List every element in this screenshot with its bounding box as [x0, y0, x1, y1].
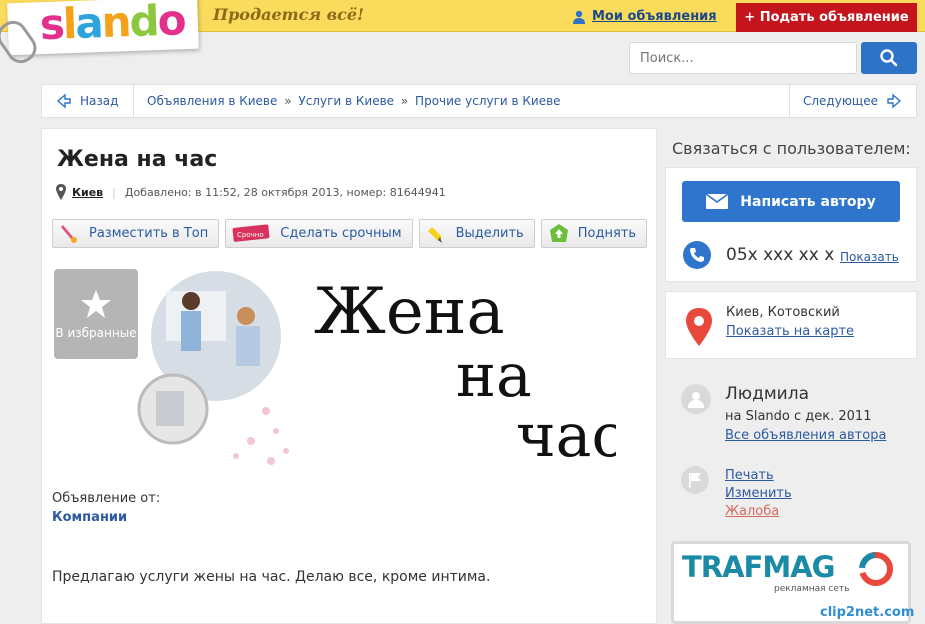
- envelope-icon: [706, 194, 729, 209]
- seller-type-label: Объявление от:: [52, 491, 161, 506]
- favorites-label: В избранные: [55, 326, 137, 340]
- ad-description: Предлагаю услуги жены на час. Делаю все,…: [52, 569, 491, 585]
- avatar: [681, 384, 711, 414]
- svg-text:Срочно: Срочно: [237, 231, 264, 239]
- search-input[interactable]: [629, 42, 857, 74]
- promote-top-button[interactable]: Разместить в Топ: [52, 219, 220, 248]
- arrow-right-icon: [887, 93, 902, 109]
- flag-icon: [681, 466, 709, 494]
- breadcrumb-item-ads-kiev[interactable]: Объявления в Киеве: [147, 94, 277, 108]
- ad-photo[interactable]: Жена на час: [126, 261, 616, 471]
- bump-icon: [549, 223, 568, 242]
- map-pin-icon: [686, 308, 712, 346]
- breadcrumb-item-services-kiev[interactable]: Услуги в Киеве: [298, 94, 394, 108]
- phone-number: 05x xxx xx x: [726, 245, 835, 265]
- search-icon: [880, 49, 898, 67]
- banner-subtitle: рекламная сеть: [774, 584, 850, 594]
- clip2net-watermark: clip2net.com: [820, 605, 915, 620]
- user-silhouette-icon: [688, 392, 704, 408]
- breadcrumb-bar: Назад Объявления в Киеве » Услуги в Киев…: [41, 84, 917, 118]
- ad-title: Жена на час: [57, 147, 218, 172]
- banner-title: TRAFMAG: [682, 550, 835, 584]
- slogan: Продается всё!: [213, 5, 365, 24]
- phone-icon: [683, 241, 711, 269]
- add-to-favorites-button[interactable]: В избранные: [54, 269, 138, 359]
- make-urgent-button[interactable]: Срочно Сделать срочным: [225, 219, 413, 248]
- breadcrumb-separator: »: [400, 94, 409, 108]
- urgent-tag-icon: Срочно: [232, 223, 270, 242]
- edit-link[interactable]: Изменить: [725, 486, 792, 501]
- write-author-button[interactable]: Написать автору: [682, 181, 900, 222]
- ad-photo-text-3: час: [516, 401, 616, 471]
- ad-photo-text-1: Жена: [314, 275, 505, 349]
- bump-button[interactable]: Поднять: [540, 219, 648, 248]
- highlight-label: Выделить: [455, 226, 524, 241]
- show-phone-link[interactable]: Показать: [840, 250, 899, 264]
- next-label: Следующее: [803, 94, 878, 108]
- contact-heading: Связаться с пользователем:: [672, 139, 911, 158]
- marker-icon: [427, 226, 442, 243]
- breadcrumb: Объявления в Киеве » Услуги в Киеве » Пр…: [147, 94, 561, 108]
- make-urgent-label: Сделать срочным: [280, 226, 402, 241]
- ad-meta-text: Добавлено: в 11:52, 28 октября 2013, ном…: [124, 185, 446, 199]
- user-since: на Slando с дек. 2011: [725, 409, 872, 424]
- rocket-icon: [61, 224, 77, 243]
- search-button[interactable]: [861, 42, 917, 74]
- location-pin-icon: [56, 184, 66, 200]
- all-author-ads-link[interactable]: Все объявления автора: [725, 428, 886, 443]
- breadcrumb-separator: »: [284, 94, 292, 108]
- star-icon: [81, 290, 111, 318]
- ad-card: Жена на час Киев | Добавлено: в 11:52, 2…: [41, 128, 657, 624]
- promote-top-label: Разместить в Топ: [89, 226, 209, 241]
- my-ads-label: Мои объявления: [592, 9, 717, 24]
- post-ad-button[interactable]: + Подать объявление: [736, 3, 917, 32]
- back-link[interactable]: Назад: [42, 85, 134, 117]
- arrow-left-icon: [56, 93, 71, 109]
- ad-actions: Разместить в Топ Срочно Сделать срочным …: [52, 219, 648, 248]
- logo-text: slando: [39, 0, 186, 50]
- back-label: Назад: [80, 94, 119, 108]
- complain-link[interactable]: Жалоба: [725, 504, 779, 519]
- user-name: Людмила: [725, 384, 810, 404]
- seller-type-value: Компании: [52, 510, 128, 525]
- print-link[interactable]: Печать: [725, 468, 774, 483]
- banner-logo-icon: [859, 552, 893, 586]
- location-text: Киев, Котовский: [726, 305, 840, 320]
- my-ads-link[interactable]: Мои объявления: [572, 9, 717, 24]
- next-link[interactable]: Следующее: [789, 85, 916, 117]
- ad-meta: Киев | Добавлено: в 11:52, 28 октября 20…: [56, 184, 446, 200]
- breadcrumb-item-other-services[interactable]: Прочие услуги в Киеве: [415, 94, 561, 108]
- user-icon: [573, 10, 585, 24]
- bump-label: Поднять: [577, 226, 637, 241]
- show-on-map-link[interactable]: Показать на карте: [726, 324, 854, 339]
- highlight-button[interactable]: Выделить: [418, 219, 535, 248]
- ad-city-link[interactable]: Киев: [72, 186, 103, 199]
- write-author-label: Написать автору: [740, 193, 876, 210]
